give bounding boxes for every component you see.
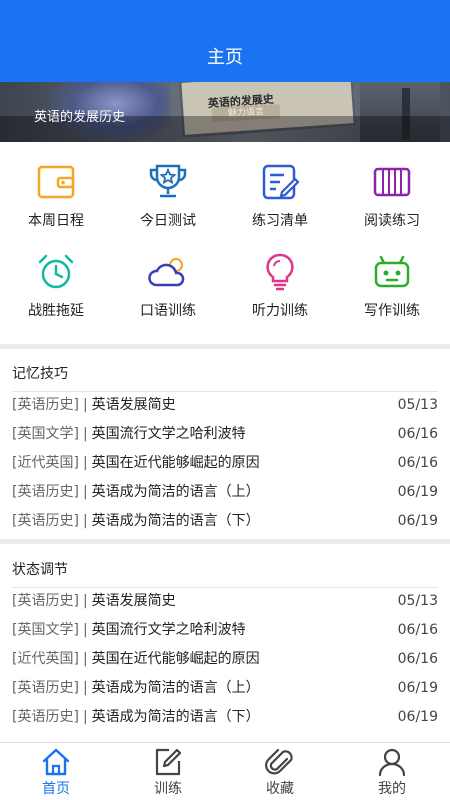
user-icon bbox=[378, 748, 406, 777]
shortcut-grid: 本周日程 今日测试 练习清单 阅读练习 战胜拖延 口语训练 听力训练 写作训练 bbox=[0, 148, 450, 342]
app-header: 主页 bbox=[0, 0, 450, 82]
section-title: 记忆技巧 bbox=[12, 366, 68, 382]
item-date: 06/19 bbox=[397, 484, 438, 500]
item-title: 英语成为简洁的语言（下） bbox=[91, 513, 260, 529]
page-title: 主页 bbox=[207, 47, 243, 68]
banner-caption: 英语的发展历史 bbox=[34, 110, 126, 125]
edit-list-icon bbox=[262, 164, 300, 200]
item-date: 06/19 bbox=[397, 709, 438, 725]
lightbulb-icon bbox=[266, 253, 294, 291]
section-memory-tips: 记忆技巧 [英语历史] | 英语发展简史 05/13 [英国文学] | 英国流行文学之哈… bbox=[0, 349, 450, 539]
item-title: 英语成为简洁的语言（下） bbox=[91, 709, 260, 725]
item-title: 英国流行文学之哈利波特 bbox=[91, 426, 246, 442]
item-tag: [英国文学] bbox=[12, 426, 79, 442]
item-separator: | bbox=[82, 513, 88, 529]
item-tag: [近代英国] bbox=[12, 651, 79, 667]
item-date: 06/16 bbox=[397, 426, 438, 442]
item-separator: | bbox=[82, 680, 88, 696]
list-item[interactable]: [近代英国] | 英国在近代能够崛起的原因 06/16 bbox=[12, 645, 438, 674]
shortcut-label: 写作训练 bbox=[364, 303, 420, 319]
item-title: 英国在近代能够崛起的原因 bbox=[91, 651, 260, 667]
item-tag: [英语历史] bbox=[12, 680, 79, 696]
item-separator: | bbox=[82, 651, 88, 667]
item-title: 英国流行文学之哈利波特 bbox=[91, 622, 246, 638]
item-date: 06/19 bbox=[397, 680, 438, 696]
trophy-icon bbox=[149, 164, 187, 198]
item-separator: | bbox=[82, 709, 88, 725]
item-title: 英语发展简史 bbox=[91, 397, 176, 413]
item-tag: [英语历史] bbox=[12, 513, 79, 529]
section-title: 状态调节 bbox=[12, 562, 68, 578]
item-separator: | bbox=[82, 397, 88, 413]
list-item[interactable]: [英国文学] | 英国流行文学之哈利波特 06/16 bbox=[12, 616, 438, 645]
list-item[interactable]: [英语历史] | 英语成为简洁的语言（下） 06/19 bbox=[12, 703, 438, 732]
item-tag: [英语历史] bbox=[12, 484, 79, 500]
item-title: 英国在近代能够崛起的原因 bbox=[91, 455, 260, 471]
book-icon bbox=[373, 167, 411, 197]
list-item[interactable]: [英语历史] | 英语发展简史 05/13 bbox=[12, 587, 438, 616]
list-item[interactable]: [近代英国] | 英国在近代能够崛起的原因 06/16 bbox=[12, 449, 438, 478]
tab-label: 训练 bbox=[154, 781, 182, 797]
shortcut-daily-test[interactable]: 今日测试 bbox=[112, 148, 224, 238]
item-date: 05/13 bbox=[397, 593, 438, 609]
item-separator: | bbox=[82, 455, 88, 471]
tab-favorites[interactable]: 收藏 bbox=[224, 743, 336, 800]
list-item[interactable]: [英语历史] | 英语成为简洁的语言（上） 06/19 bbox=[12, 478, 438, 507]
wallet-icon bbox=[37, 165, 75, 199]
shortcut-label: 本周日程 bbox=[28, 213, 84, 229]
shortcut-listening-training[interactable]: 听力训练 bbox=[224, 238, 336, 328]
home-icon bbox=[42, 748, 70, 776]
bottom-tab-bar: 首页 训练 收藏 我的 bbox=[0, 742, 450, 800]
item-separator: | bbox=[82, 426, 88, 442]
item-date: 05/13 bbox=[397, 397, 438, 413]
tab-label: 我的 bbox=[378, 781, 406, 797]
list-item[interactable]: [英语历史] | 英语发展简史 05/13 bbox=[12, 391, 438, 420]
section-divider bbox=[0, 539, 450, 544]
item-tag: [英语历史] bbox=[12, 709, 79, 725]
item-title: 英语成为简洁的语言（上） bbox=[91, 680, 260, 696]
list-item[interactable]: [英国文学] | 英国流行文学之哈利波特 06/16 bbox=[12, 420, 438, 449]
shortcut-label: 阅读练习 bbox=[364, 213, 420, 229]
shortcut-weekly-schedule[interactable]: 本周日程 bbox=[0, 148, 112, 238]
shortcut-label: 战胜拖延 bbox=[28, 303, 84, 319]
shortcut-writing-training[interactable]: 写作训练 bbox=[336, 238, 448, 328]
robot-icon bbox=[374, 255, 410, 288]
item-tag: [英语历史] bbox=[12, 593, 79, 609]
tab-training[interactable]: 训练 bbox=[112, 743, 224, 800]
item-date: 06/19 bbox=[397, 513, 438, 529]
tab-label: 收藏 bbox=[266, 781, 294, 797]
edit-icon bbox=[155, 748, 182, 776]
shortcut-label: 今日测试 bbox=[140, 213, 196, 229]
alarm-clock-icon bbox=[38, 254, 74, 289]
tab-label: 首页 bbox=[42, 781, 70, 797]
item-separator: | bbox=[82, 622, 88, 638]
item-date: 06/16 bbox=[397, 622, 438, 638]
shortcut-speaking-training[interactable]: 口语训练 bbox=[112, 238, 224, 328]
shortcut-reading-practice[interactable]: 阅读练习 bbox=[336, 148, 448, 238]
shortcut-practice-list[interactable]: 练习清单 bbox=[224, 148, 336, 238]
shortcut-label: 口语训练 bbox=[140, 303, 196, 319]
shortcut-label: 练习清单 bbox=[252, 213, 308, 229]
item-tag: [近代英国] bbox=[12, 455, 79, 471]
item-tag: [英国文学] bbox=[12, 622, 79, 638]
item-separator: | bbox=[82, 484, 88, 500]
item-separator: | bbox=[82, 593, 88, 609]
item-title: 英语发展简史 bbox=[91, 593, 176, 609]
shortcut-label: 听力训练 bbox=[252, 303, 308, 319]
paperclip-icon bbox=[265, 748, 293, 775]
item-date: 06/16 bbox=[397, 651, 438, 667]
item-title: 英语成为简洁的语言（上） bbox=[91, 484, 260, 500]
item-date: 06/16 bbox=[397, 455, 438, 471]
list-item[interactable]: [英语历史] | 英语成为简洁的语言（下） 06/19 bbox=[12, 507, 438, 536]
section-state-adjustment: 状态调节 [英语历史] | 英语发展简史 05/13 [英国文学] | 英国流行文学之哈… bbox=[0, 545, 450, 740]
item-tag: [英语历史] bbox=[12, 397, 79, 413]
list-item[interactable]: [英语历史] | 英语成为简洁的语言（上） 06/19 bbox=[12, 674, 438, 703]
tab-mine[interactable]: 我的 bbox=[336, 743, 448, 800]
tab-home[interactable]: 首页 bbox=[0, 743, 112, 800]
banner-carousel[interactable]: 英语的发展史 魅力语言 英语的发展历史 bbox=[0, 82, 450, 142]
cloud-sun-icon bbox=[148, 258, 185, 287]
shortcut-beat-procrastination[interactable]: 战胜拖延 bbox=[0, 238, 112, 328]
